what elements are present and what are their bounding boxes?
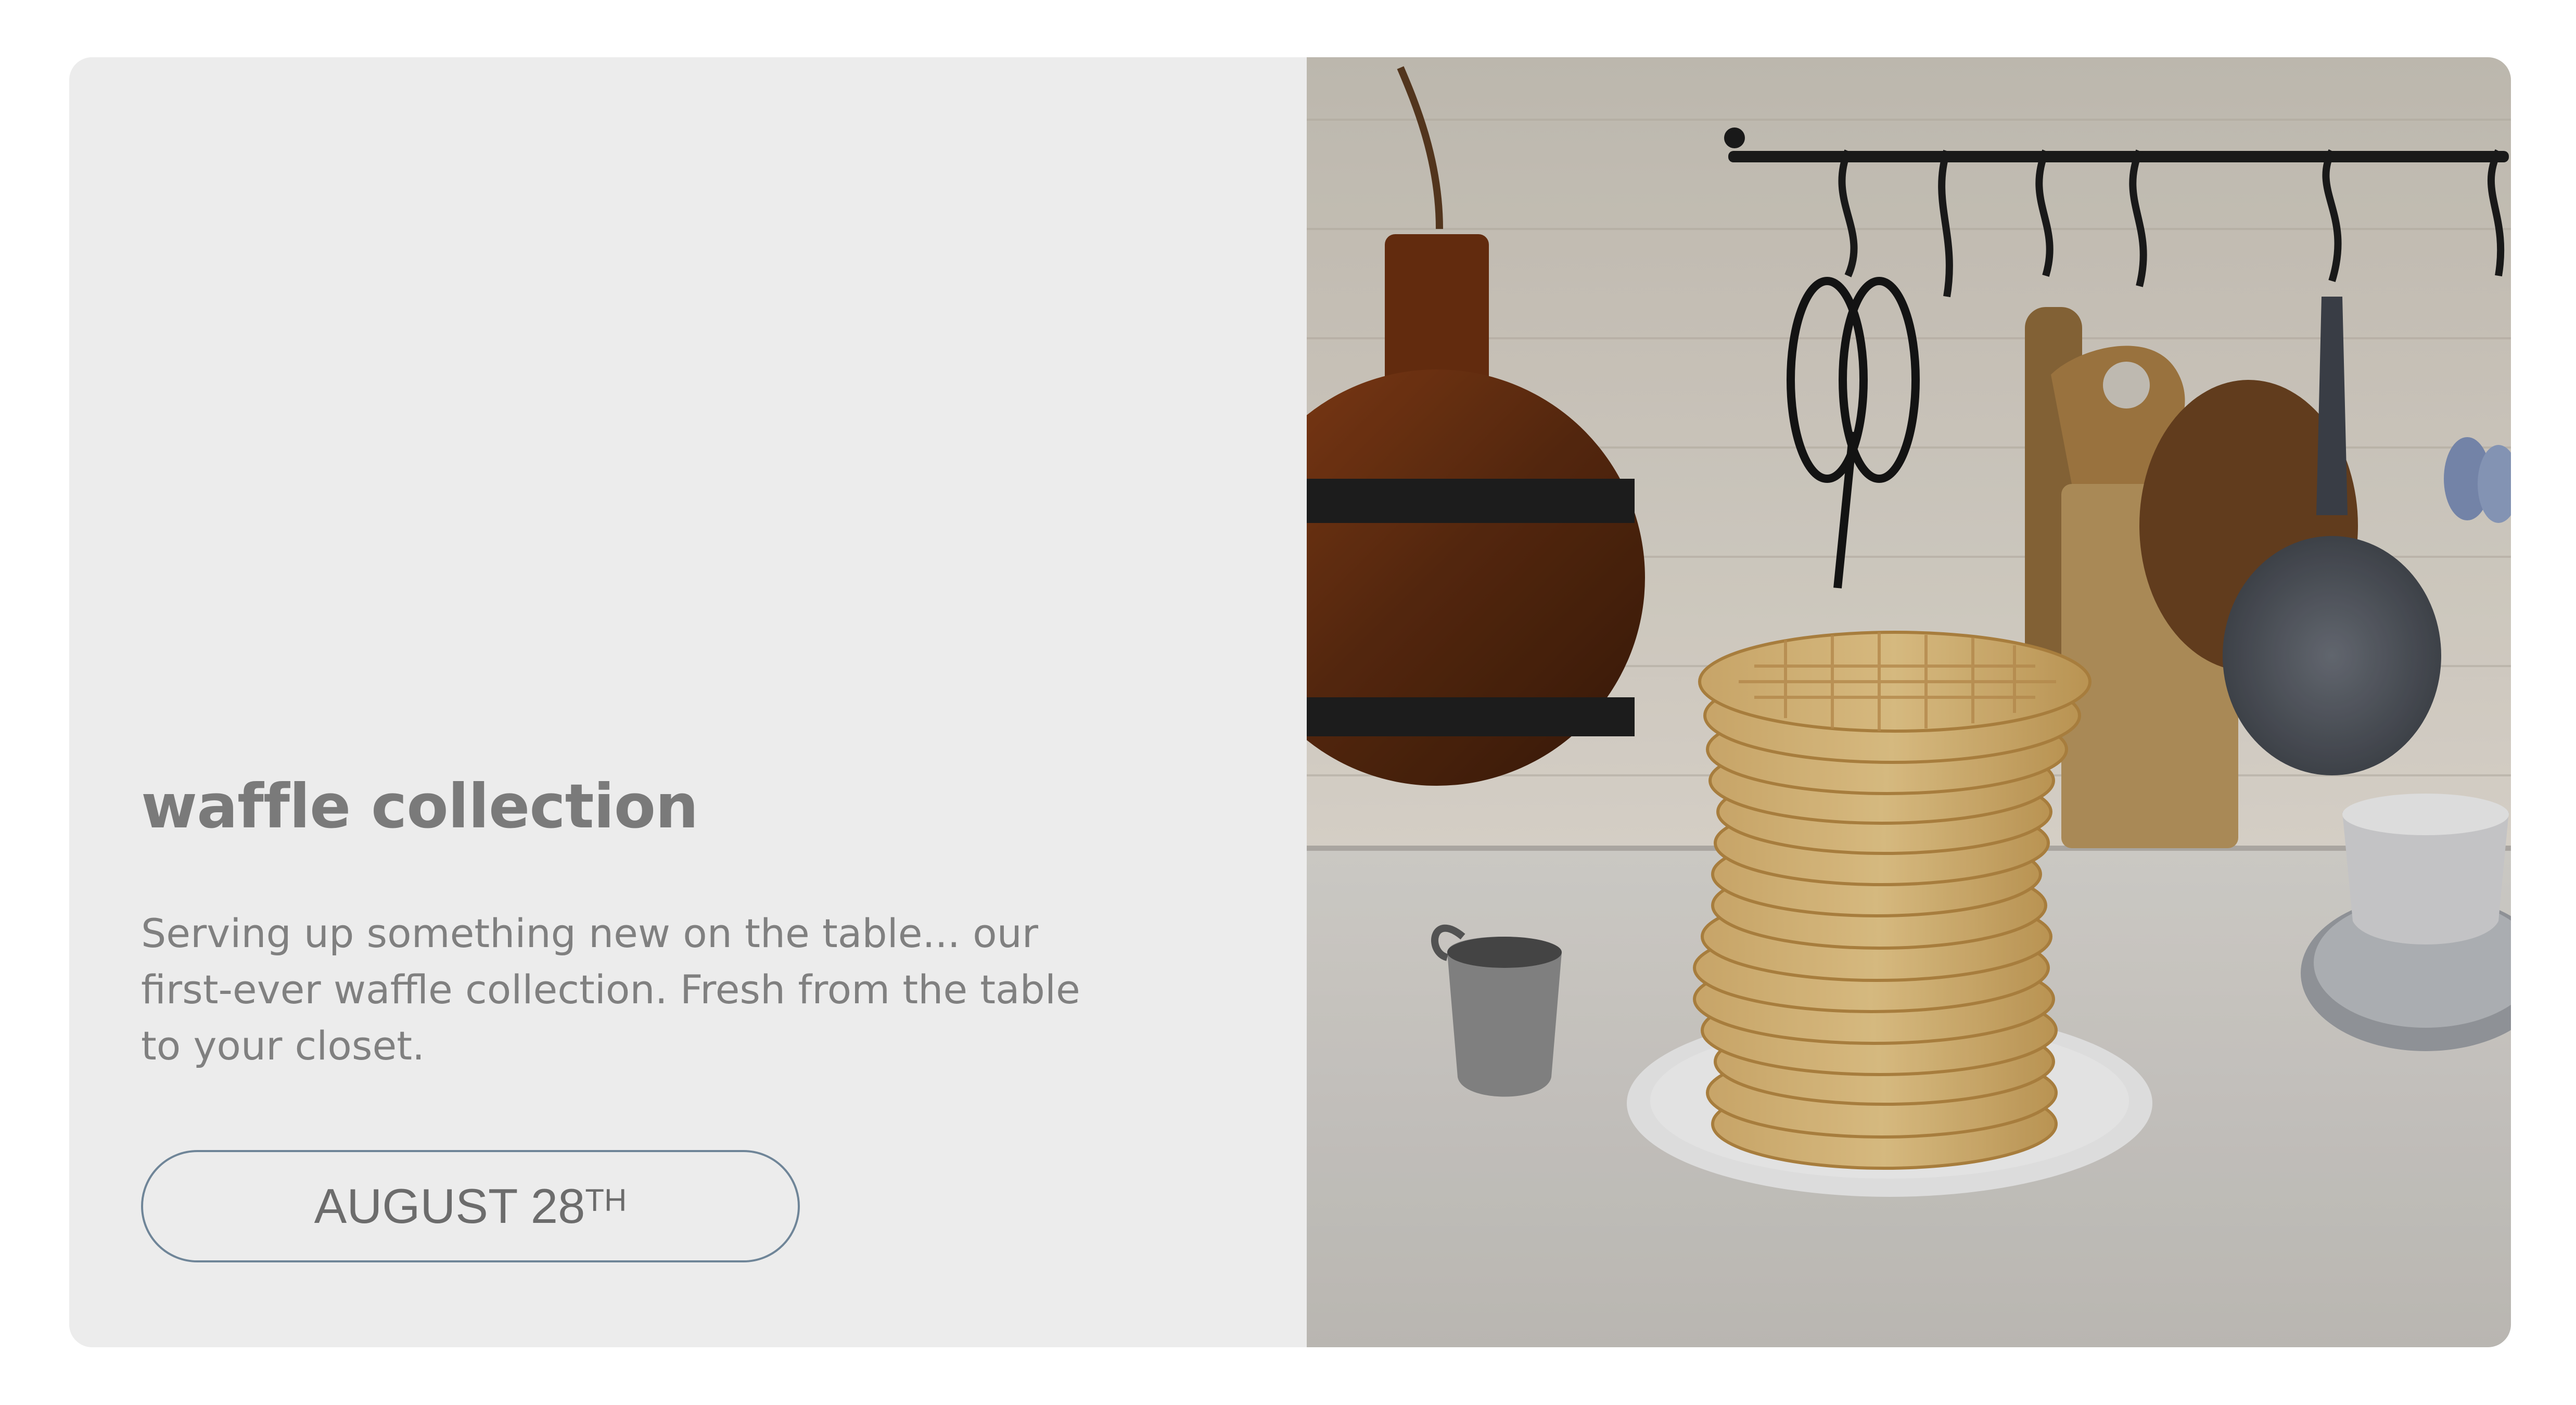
launch-date-suffix: TH <box>585 1182 627 1218</box>
promo-card: waffle collection Serving up something n… <box>69 57 2511 1347</box>
waffle-photo-illustration <box>1307 57 2511 1347</box>
launch-date-label: AUGUST 28 <box>314 1179 585 1233</box>
collection-title: waffle collection <box>141 771 698 842</box>
launch-date-button[interactable]: AUGUST 28 TH <box>141 1150 800 1262</box>
promo-text-panel: waffle collection Serving up something n… <box>69 57 1307 1347</box>
collection-description: Serving up something new on the table...… <box>141 910 1080 1069</box>
waffle-photo <box>1307 57 2511 1347</box>
